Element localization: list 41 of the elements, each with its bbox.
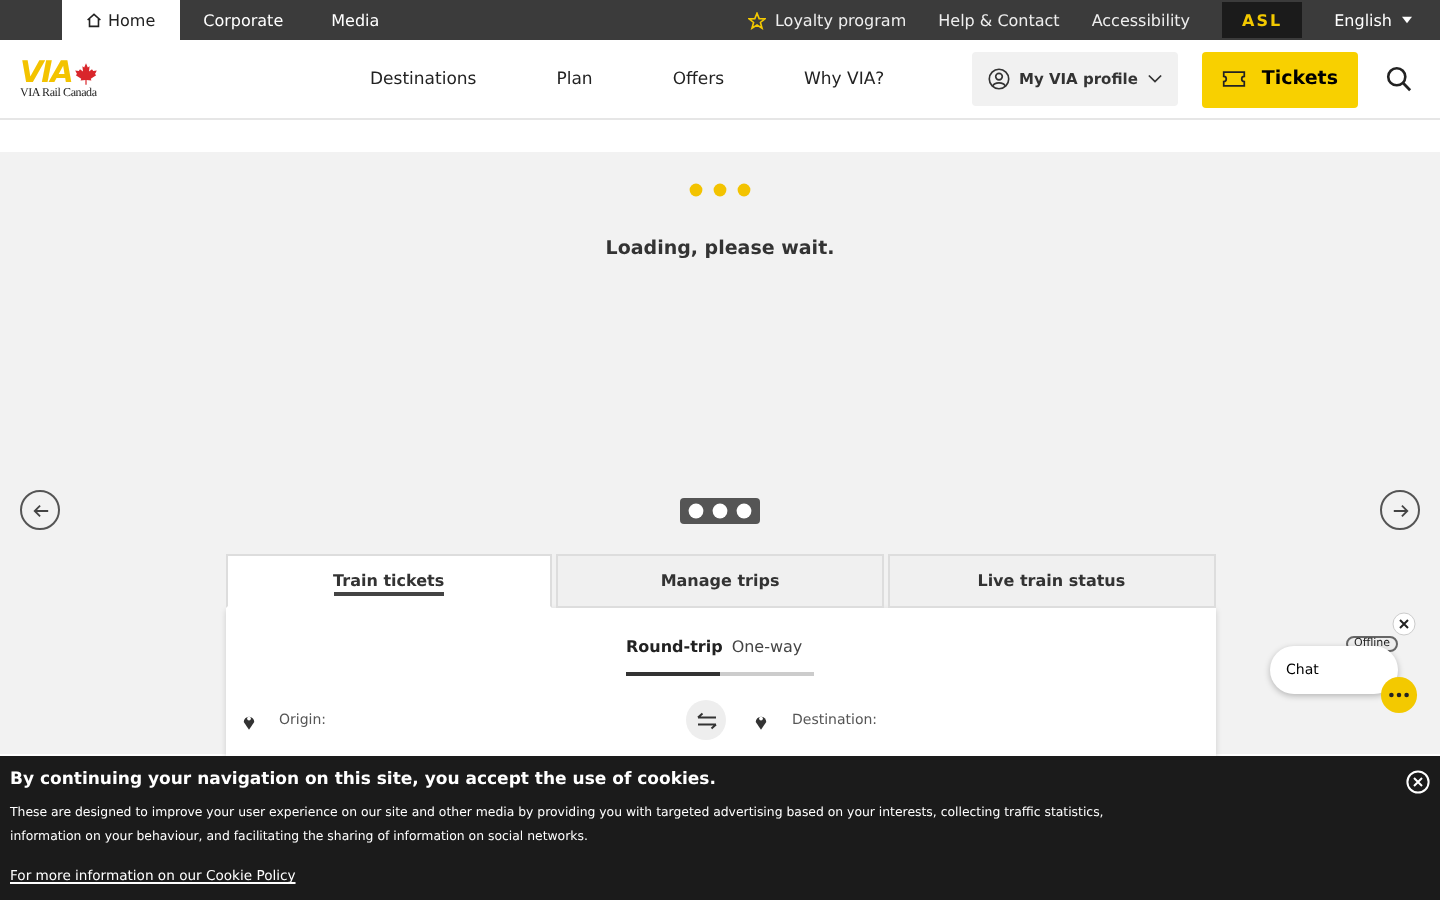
nav-link[interactable]: Destinations bbox=[370, 69, 477, 89]
chat-icon[interactable] bbox=[1380, 676, 1418, 714]
location-pin-icon bbox=[241, 711, 255, 729]
star-icon bbox=[748, 11, 767, 29]
home-icon bbox=[86, 12, 102, 28]
swap-button[interactable] bbox=[686, 700, 726, 740]
loading-message: Loading, please wait. bbox=[605, 238, 835, 260]
close-icon[interactable] bbox=[1392, 612, 1416, 636]
nav-link[interactable]: Offers bbox=[672, 69, 725, 89]
swap-arrows-icon bbox=[695, 711, 717, 729]
arrow-left-icon bbox=[31, 501, 49, 519]
caret-icon bbox=[1402, 16, 1412, 24]
chevron-icon bbox=[1147, 74, 1162, 84]
carousel-pager-icon[interactable] bbox=[680, 497, 760, 523]
next-arrow-button[interactable] bbox=[1380, 490, 1420, 530]
user-icon bbox=[987, 68, 1009, 90]
cookie-title: By continuing your navigation on this site, you accept the use of cookies. bbox=[10, 770, 716, 790]
loading-dots-icon bbox=[688, 182, 752, 198]
arrow-right-icon bbox=[1391, 501, 1409, 519]
search-icon[interactable] bbox=[1386, 66, 1412, 92]
nav-link[interactable]: Why VIA? bbox=[804, 69, 885, 89]
section-tab[interactable]: Media bbox=[307, 0, 404, 40]
booking-tab[interactable]: Train tickets bbox=[225, 554, 553, 608]
location-pin-icon bbox=[754, 711, 768, 729]
ticket-icon bbox=[1221, 70, 1246, 88]
language-select[interactable]: English bbox=[1334, 11, 1412, 29]
top-link[interactable]: Accessibility bbox=[1091, 11, 1191, 29]
top-link[interactable]: Loyalty program bbox=[748, 11, 907, 29]
section-tab[interactable]: Corporate bbox=[179, 0, 308, 40]
booking-tab[interactable]: Manage trips bbox=[556, 554, 884, 608]
booking-tab[interactable]: Live train status bbox=[887, 554, 1216, 608]
asl-button[interactable]: ASL bbox=[1222, 2, 1303, 38]
nav-link[interactable]: Plan bbox=[556, 69, 593, 89]
trip-type-tab[interactable]: One-way bbox=[720, 638, 814, 676]
section-tab[interactable]: Home bbox=[62, 0, 180, 40]
logo-wordmark: VIA bbox=[20, 58, 72, 88]
trip-type-tab[interactable]: Round-trip bbox=[626, 638, 720, 676]
tickets-button[interactable]: Tickets bbox=[1201, 51, 1358, 107]
top-link[interactable]: Help & Contact bbox=[938, 11, 1060, 29]
previous-arrow-button[interactable] bbox=[20, 490, 60, 530]
maple-leaf-icon bbox=[73, 61, 98, 85]
